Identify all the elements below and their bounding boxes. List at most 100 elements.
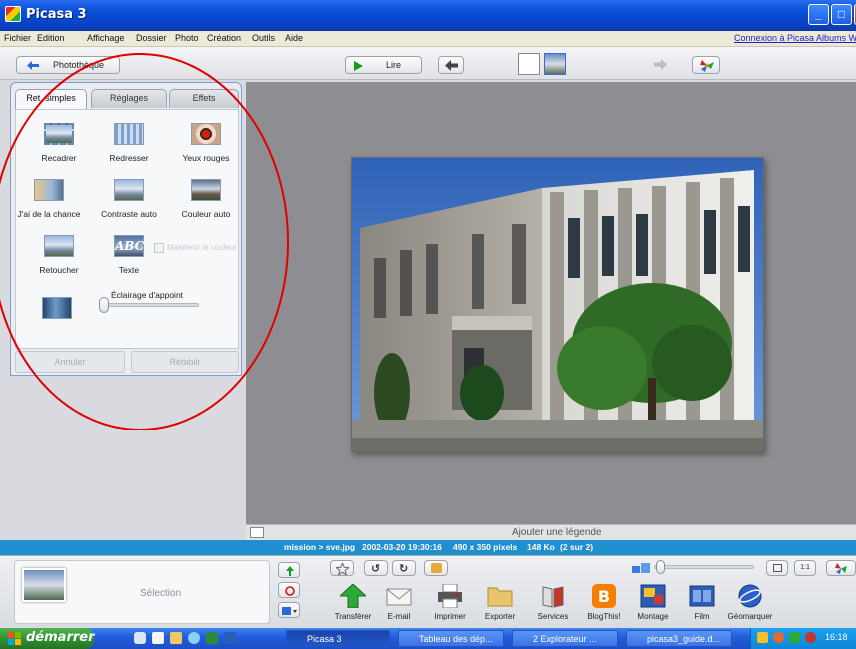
- maximize-button[interactable]: □: [831, 4, 852, 25]
- tool-im-feeling-lucky[interactable]: J'ai de la chance: [11, 179, 87, 227]
- tool-auto-contrast[interactable]: Contraste auto: [91, 179, 167, 227]
- quick-launch-desktop-icon[interactable]: [152, 632, 164, 644]
- menu-affichage[interactable]: Affichage: [87, 33, 124, 43]
- geotag-label: Géomarquer: [727, 612, 773, 621]
- rotate-right-button[interactable]: ↻: [392, 560, 416, 576]
- blogthis-button[interactable]: B BlogThis!: [578, 584, 630, 626]
- geotag-button[interactable]: Géomarquer: [724, 584, 776, 626]
- rotate-left-button[interactable]: ↺: [364, 560, 388, 576]
- task-guide[interactable]: picasa3_guide.d...: [626, 630, 732, 647]
- library-button-label: Photothèque: [53, 60, 105, 70]
- back-arrow-icon: [27, 61, 39, 70]
- play-button[interactable]: Lire: [345, 56, 422, 74]
- play-button-label: Lire: [386, 60, 402, 70]
- caption-input[interactable]: Ajouter une légende: [512, 527, 602, 538]
- star-button[interactable]: [330, 560, 354, 576]
- fill-light-slider-handle[interactable]: [99, 297, 109, 313]
- quick-launch-folder-icon[interactable]: [170, 632, 182, 644]
- main-photo[interactable]: [351, 157, 764, 452]
- keep-color-checkbox[interactable]: [154, 243, 164, 253]
- export-button[interactable]: Exporter: [474, 584, 526, 626]
- minimize-button[interactable]: _: [808, 4, 829, 25]
- fill-light-track[interactable]: [101, 303, 199, 307]
- thumbnail-size-slider[interactable]: [654, 565, 754, 569]
- caption-toggle-icon[interactable]: [250, 527, 264, 538]
- upload-label: Transférer: [334, 612, 372, 621]
- quick-launch-word-icon[interactable]: [224, 632, 236, 644]
- hold-button[interactable]: [278, 562, 300, 578]
- menu-outils[interactable]: Outils: [252, 33, 275, 43]
- effects-pinwheel-button[interactable]: [826, 560, 856, 576]
- tray-security-icon[interactable]: [789, 632, 800, 643]
- quick-launch-ie-icon[interactable]: [134, 632, 146, 644]
- fit-view-button[interactable]: [766, 560, 788, 576]
- tool-red-eye[interactable]: Yeux rouges: [168, 123, 244, 171]
- tray-antivirus-icon[interactable]: [805, 632, 816, 643]
- menu-aide[interactable]: Aide: [285, 33, 303, 43]
- pinwheel-icon: [700, 60, 714, 72]
- menu-creation[interactable]: Création: [207, 33, 241, 43]
- task-tableau[interactable]: Tableau des dép...: [398, 630, 504, 647]
- redo-button[interactable]: Rétablir: [131, 351, 239, 373]
- tool-retouch[interactable]: Retoucher: [21, 235, 97, 283]
- window-title: Picasa 3: [26, 7, 87, 22]
- email-button[interactable]: E-mail: [373, 584, 425, 626]
- thumbnail-2-selected[interactable]: [544, 53, 566, 75]
- quick-launch-browser-icon[interactable]: [188, 632, 200, 644]
- collage-button[interactable]: Montage: [627, 584, 679, 626]
- quick-launch-excel-icon[interactable]: [206, 632, 218, 644]
- tab-effects[interactable]: Effets: [169, 89, 239, 108]
- right-arrow-icon[interactable]: [654, 59, 667, 70]
- photo-tray: Sélection ↺ ↻ Transférer E-mail Imprimer…: [0, 555, 856, 628]
- selected-photo-thumbnail[interactable]: [22, 568, 66, 602]
- picasa-web-button[interactable]: [692, 56, 720, 74]
- actual-size-button[interactable]: 1:1: [794, 560, 816, 576]
- start-label: démarrer: [26, 630, 95, 645]
- thumbnail-size-handle[interactable]: [656, 560, 665, 574]
- library-button[interactable]: Photothèque: [16, 56, 120, 74]
- menu-photo[interactable]: Photo: [175, 33, 199, 43]
- tool-straighten-label: Redresser: [109, 153, 149, 163]
- red-circle-icon: [285, 586, 295, 596]
- tab-basic-fixes[interactable]: Ret. simples: [15, 89, 87, 109]
- print-button[interactable]: Imprimer: [424, 584, 476, 626]
- left-arrow-icon: [445, 60, 458, 71]
- photo-info-bar: mission > sve.jpg 2002-03-20 19:30:16 49…: [0, 540, 856, 555]
- auto-color-icon: [191, 179, 221, 201]
- tool-lucky-label: J'ai de la chance: [17, 209, 81, 219]
- thumbnail-1[interactable]: [518, 53, 540, 75]
- tab-tuning[interactable]: Réglages: [91, 89, 167, 108]
- tag-button[interactable]: [424, 560, 448, 576]
- task-explorateur[interactable]: 2 Explorateur ...: [512, 630, 618, 647]
- book-icon: [542, 586, 564, 608]
- tool-crop-label: Recadrer: [41, 153, 77, 163]
- fill-light-icon: [42, 297, 72, 319]
- undo-button[interactable]: Annuler: [15, 351, 125, 373]
- menu-dossier[interactable]: Dossier: [136, 33, 167, 43]
- tool-straighten[interactable]: Redresser: [91, 123, 167, 171]
- start-button[interactable]: démarrer: [0, 628, 95, 649]
- upload-button[interactable]: Transférer: [327, 584, 379, 626]
- previous-photo-button[interactable]: [438, 56, 464, 74]
- clear-button[interactable]: [278, 582, 300, 598]
- picasa-web-albums-link[interactable]: Connexion à Picasa Albums Web: [734, 33, 856, 43]
- collage-label: Montage: [637, 612, 669, 621]
- tray-app-icon[interactable]: [757, 632, 768, 643]
- menu-fichier[interactable]: Fichier: [4, 33, 31, 43]
- globe-icon: [738, 584, 762, 608]
- add-to-album-button[interactable]: [278, 602, 300, 618]
- title-bar[interactable]: Picasa 3 _ □ ×: [0, 0, 856, 31]
- retouch-icon: [44, 235, 74, 257]
- email-label: E-mail: [387, 612, 411, 621]
- movie-button[interactable]: Film: [676, 584, 728, 626]
- menu-edition[interactable]: Edition: [37, 33, 65, 43]
- tool-text-label: Texte: [118, 265, 140, 275]
- play-icon: [354, 61, 363, 71]
- services-button[interactable]: Services: [527, 584, 579, 626]
- tray-network-icon[interactable]: [773, 632, 784, 643]
- windows-logo-icon: [8, 632, 21, 645]
- task-picasa[interactable]: Picasa 3: [286, 630, 390, 647]
- tool-crop[interactable]: Recadrer: [21, 123, 97, 171]
- picasa-app-icon: [5, 6, 21, 22]
- tool-auto-color[interactable]: Couleur auto: [168, 179, 244, 227]
